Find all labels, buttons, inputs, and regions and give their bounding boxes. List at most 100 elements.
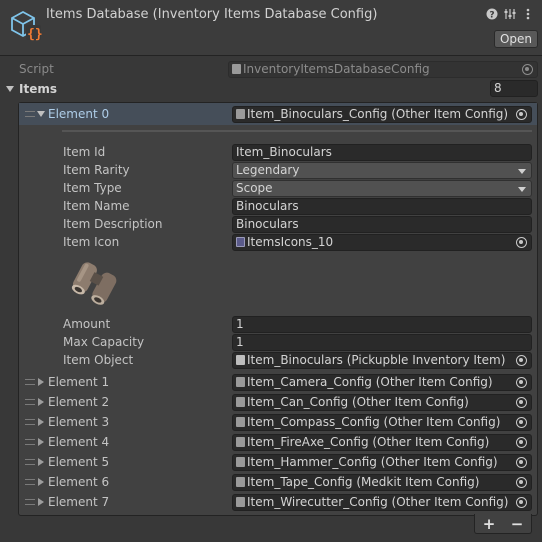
- object-picker-icon: [522, 64, 533, 75]
- item-rarity-dropdown[interactable]: Legendary: [232, 162, 532, 179]
- svg-text:?: ?: [489, 10, 494, 20]
- object-picker-icon[interactable]: [516, 109, 527, 120]
- object-picker-icon[interactable]: [516, 477, 527, 488]
- items-foldout-icon[interactable]: [6, 86, 14, 92]
- scriptable-object-icon: [236, 497, 245, 507]
- drag-handle-icon[interactable]: [25, 399, 35, 405]
- inspector-title: Items Database (Inventory Items Database…: [46, 7, 378, 22]
- element-field[interactable]: Item_FireAxe_Config (Other Item Config): [232, 434, 532, 451]
- element-value: Item_Can_Config (Other Item Config): [247, 395, 469, 409]
- drag-handle-icon[interactable]: [25, 459, 35, 465]
- drag-handle-icon[interactable]: [25, 111, 35, 117]
- item-type-label: Item Type: [63, 181, 122, 195]
- script-icon: [232, 64, 241, 74]
- scriptable-object-icon: [236, 377, 245, 387]
- element-0-separator: [62, 130, 532, 132]
- inspector-header: {} Items Database (Inventory Items Datab…: [0, 0, 542, 56]
- element-value: Item_Hammer_Config (Other Item Config): [247, 455, 498, 469]
- item-id-field[interactable]: Item_Binoculars: [232, 144, 532, 161]
- scriptable-object-icon: [236, 397, 245, 407]
- drag-handle-icon[interactable]: [25, 419, 35, 425]
- prefab-icon: [236, 355, 245, 365]
- element-field[interactable]: Item_Camera_Config (Other Item Config): [232, 374, 532, 391]
- add-element-button[interactable]: +: [483, 516, 496, 532]
- svg-text:{}: {}: [27, 27, 42, 42]
- element-value: Item_Wirecutter_Config (Other Item Confi…: [247, 495, 509, 509]
- scriptable-object-icon: [236, 437, 245, 447]
- drag-handle-icon[interactable]: [25, 439, 35, 445]
- object-picker-icon[interactable]: [516, 437, 527, 448]
- object-picker-icon[interactable]: [516, 377, 527, 388]
- element-value: Item_Compass_Config (Other Item Config): [247, 415, 501, 429]
- item-name-label: Item Name: [63, 199, 130, 213]
- scriptable-object-icon: [236, 457, 245, 467]
- scriptable-object-icon: [236, 477, 245, 487]
- help-icon[interactable]: ?: [486, 8, 498, 20]
- element-foldout-icon[interactable]: [38, 378, 44, 386]
- element-field[interactable]: Item_Compass_Config (Other Item Config): [232, 414, 532, 431]
- open-button[interactable]: Open: [494, 30, 538, 48]
- element-0-foldout-icon[interactable]: [37, 111, 45, 117]
- element-field[interactable]: Item_Can_Config (Other Item Config): [232, 394, 532, 411]
- items-size-field[interactable]: 8: [490, 80, 538, 97]
- drag-handle-icon[interactable]: [25, 499, 35, 505]
- drag-handle-icon[interactable]: [25, 479, 35, 485]
- object-picker-icon[interactable]: [516, 417, 527, 428]
- element-label[interactable]: Element 4: [48, 433, 109, 451]
- scriptable-object-icon: [236, 417, 245, 427]
- element-0-field[interactable]: Item_Binoculars_Config (Other Item Confi…: [232, 106, 532, 123]
- scriptable-object-icon: [236, 109, 245, 119]
- element-field[interactable]: Item_Tape_Config (Medkit Item Config): [232, 474, 532, 491]
- preset-icon[interactable]: [504, 8, 516, 20]
- remove-element-button[interactable]: −: [511, 516, 524, 532]
- dropdown-arrow-icon: [518, 169, 526, 174]
- element-label[interactable]: Element 7: [48, 493, 109, 511]
- object-picker-icon[interactable]: [516, 457, 527, 468]
- item-object-label: Item Object: [63, 353, 134, 367]
- dropdown-arrow-icon: [518, 187, 526, 192]
- item-object-field[interactable]: Item_Binoculars (Pickupble Inventory Ite…: [232, 352, 532, 369]
- list-footer: + −: [474, 514, 532, 534]
- element-0-label[interactable]: Element 0: [48, 105, 109, 123]
- element-value: Item_FireAxe_Config (Other Item Config): [247, 435, 490, 449]
- element-label[interactable]: Element 5: [48, 453, 109, 471]
- element-foldout-icon[interactable]: [38, 418, 44, 426]
- object-picker-icon[interactable]: [516, 497, 527, 508]
- amount-field[interactable]: 1: [232, 316, 532, 333]
- element-0-value: Item_Binoculars_Config (Other Item Confi…: [247, 107, 509, 121]
- object-picker-icon[interactable]: [516, 237, 527, 248]
- element-label[interactable]: Element 2: [48, 393, 109, 411]
- item-description-field[interactable]: Binoculars: [232, 216, 532, 233]
- element-field[interactable]: Item_Wirecutter_Config (Other Item Confi…: [232, 494, 532, 511]
- element-foldout-icon[interactable]: [38, 398, 44, 406]
- drag-handle-icon[interactable]: [25, 379, 35, 385]
- item-icon-field[interactable]: ItemsIcons_10: [232, 234, 532, 251]
- element-label[interactable]: Element 3: [48, 413, 109, 431]
- max-capacity-label: Max Capacity: [63, 335, 145, 349]
- more-icon[interactable]: [522, 8, 534, 20]
- script-field: InventoryItemsDatabaseConfig: [228, 61, 538, 78]
- element-value: Item_Tape_Config (Medkit Item Config): [247, 475, 480, 489]
- element-label[interactable]: Element 6: [48, 473, 109, 491]
- item-object-value: Item_Binoculars (Pickupble Inventory Ite…: [247, 353, 506, 367]
- item-type-dropdown[interactable]: Scope: [232, 180, 532, 197]
- item-name-field[interactable]: Binoculars: [232, 198, 532, 215]
- element-foldout-icon[interactable]: [38, 458, 44, 466]
- element-foldout-icon[interactable]: [38, 438, 44, 446]
- script-label: Script: [19, 62, 54, 76]
- element-label[interactable]: Element 1: [48, 373, 109, 391]
- element-foldout-icon[interactable]: [38, 498, 44, 506]
- item-icon-value: ItemsIcons_10: [247, 235, 334, 249]
- object-picker-icon[interactable]: [516, 355, 527, 366]
- element-value: Item_Camera_Config (Other Item Config): [247, 375, 493, 389]
- binoculars-preview-icon: [71, 262, 117, 305]
- items-label[interactable]: Items: [19, 80, 57, 98]
- element-field[interactable]: Item_Hammer_Config (Other Item Config): [232, 454, 532, 471]
- element-foldout-icon[interactable]: [38, 478, 44, 486]
- item-rarity-value: Legendary: [236, 163, 300, 177]
- object-picker-icon[interactable]: [516, 397, 527, 408]
- item-id-label: Item Id: [63, 145, 106, 159]
- amount-label: Amount: [63, 317, 111, 331]
- max-capacity-field[interactable]: 1: [232, 334, 532, 351]
- sprite-icon: [236, 237, 245, 247]
